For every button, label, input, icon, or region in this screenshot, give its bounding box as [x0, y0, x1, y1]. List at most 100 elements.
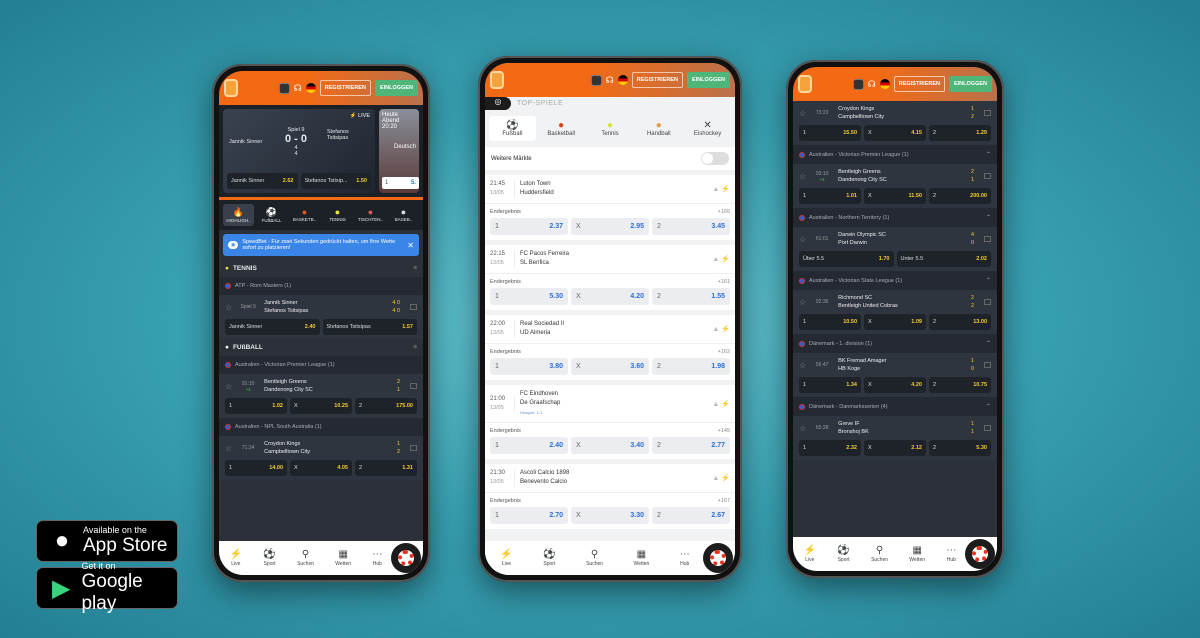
sport-tab[interactable]: ● Tennis — [587, 116, 634, 141]
odd-button[interactable]: 1 2.40 — [490, 437, 568, 454]
stats-live-icons[interactable]: ▲ ⚡ — [712, 400, 730, 408]
odd-button[interactable]: X 4.20 — [571, 288, 649, 305]
odd-button[interactable]: 2 1.55 — [652, 288, 730, 305]
match-card[interactable]: ☆ Spiel 9 Jannik Sinner Stefanos Tsitsipas 4… — [219, 295, 423, 339]
more-markets-count[interactable]: +145 — [718, 428, 730, 434]
nav-suchen[interactable]: ⚲ Suchen — [586, 549, 603, 567]
odd-button[interactable]: 1 1.34 — [799, 377, 861, 393]
odd-button[interactable]: 2 2.77 — [652, 437, 730, 454]
language-flag-icon[interactable] — [617, 75, 628, 85]
odd-button[interactable]: 2 2.67 — [652, 507, 730, 524]
odd-button[interactable]: Jannik Sinner 2.40 — [225, 319, 320, 335]
sport-tab[interactable]: ● BASKETB.. — [289, 204, 320, 226]
register-button[interactable]: REGISTRIEREN — [893, 76, 945, 92]
sport-tab[interactable]: ✕ Eishockey — [684, 116, 731, 141]
sport-tab[interactable]: 🔥 HIGHLIGH.. — [223, 204, 254, 226]
app-icon[interactable] — [278, 82, 290, 94]
chip-button[interactable] — [391, 543, 421, 573]
sport-tab[interactable]: ● Basketball — [538, 116, 585, 141]
app-icon[interactable] — [852, 78, 864, 90]
match-card[interactable]: ☆ 65:28 Greve IF Bronshoj BK 1 1 1 2.32 X 2.12 2 5.… — [793, 416, 997, 460]
nav-wetten[interactable]: ▦ Wetten — [335, 549, 351, 567]
sport-tab[interactable]: ● TISCHTEN.. — [355, 204, 386, 226]
stats-icon[interactable] — [984, 299, 991, 305]
odd-button[interactable]: 2 1.98 — [652, 358, 730, 375]
odd-button[interactable]: X 1.09 — [864, 314, 926, 330]
chevron-up-icon[interactable]: ⌃ — [986, 340, 991, 347]
headset-icon[interactable]: ☊ — [868, 79, 876, 90]
odd-button[interactable]: X 4.05 — [290, 460, 352, 476]
odd-button[interactable]: X 3.60 — [571, 358, 649, 375]
chip-button[interactable] — [965, 539, 995, 569]
login-button[interactable]: EINLOGGEN — [374, 80, 418, 96]
hero-card-next[interactable]: Heute Abend 20:20 Deutsch 1 5. — [379, 109, 419, 193]
league-header[interactable]: Australien - NPL South Australia (1) — [219, 418, 423, 436]
odd-button[interactable]: Über 5.5 1.70 — [799, 251, 894, 267]
favorite-star-icon[interactable]: ☆ — [799, 424, 806, 433]
stats-icon[interactable] — [984, 173, 991, 179]
league-header[interactable]: Dänemark - Danmarksserien (4) ⌃ — [793, 397, 997, 416]
odd-button[interactable]: 1 1.02 — [225, 398, 287, 414]
league-header[interactable]: Australien - Victorian State League (1) ⌃ — [793, 271, 997, 290]
league-header[interactable]: ATP - Rom Masters (1) — [219, 277, 423, 295]
nav-live[interactable]: ⚡ Live — [500, 549, 512, 567]
odd-button[interactable]: 1 14.00 — [225, 460, 287, 476]
login-button[interactable]: EINLOGGEN — [948, 76, 992, 92]
odd-button[interactable]: X 3.30 — [571, 507, 649, 524]
nav-hub[interactable]: ⋯ Hub — [372, 549, 382, 567]
odd-button[interactable]: 1 2.37 — [490, 218, 568, 235]
nav-sport[interactable]: ⚽ Sport — [837, 545, 849, 563]
language-flag-icon[interactable] — [305, 83, 316, 93]
more-markets-toggle[interactable] — [701, 152, 729, 165]
odd-button[interactable]: Stefanos Tsitsipas 1.57 — [322, 319, 417, 335]
league-header[interactable]: Australien - Victorian Premier League (1… — [219, 356, 423, 374]
nav-live[interactable]: ⚡ Live — [804, 545, 816, 563]
google-play-badge[interactable]: ▶ Get it on Google play — [36, 561, 178, 614]
odd-button[interactable]: 2 1.29 — [929, 125, 991, 141]
match-card[interactable]: ☆ 56:47 BK Fremad Amager HB Koge 1 0 1 1.34 X 4.2… — [793, 353, 997, 397]
odd-button[interactable]: X 10.25 — [290, 398, 352, 414]
league-header[interactable]: Dänemark - 1. division (1) ⌃ — [793, 334, 997, 353]
favorite-star-icon[interactable]: ☆ — [799, 109, 806, 118]
stats-icon[interactable] — [984, 236, 991, 242]
language-flag-icon[interactable] — [879, 79, 890, 89]
odd-button[interactable]: 2 5.30 — [929, 440, 991, 456]
headset-icon[interactable]: ☊ — [606, 75, 614, 86]
more-markets-count[interactable]: +162 — [718, 349, 730, 355]
odd-button[interactable]: 1 1.01 — [799, 188, 861, 204]
odd-button[interactable]: 2 13.00 — [929, 314, 991, 330]
stats-live-icons[interactable]: ▲ ⚡ — [712, 255, 730, 263]
match-card[interactable]: ☆ 71:24 Croydon Kings Campbelltown City 1 2 1 1… — [219, 436, 423, 480]
match-card[interactable]: 21:30 13/05 Ascoli Calcio 1898 Benevento Ca… — [485, 464, 735, 529]
nav-live[interactable]: ⚡ Live — [230, 549, 242, 567]
odd-button[interactable]: 1 5.30 — [490, 288, 568, 305]
stats-live-icons[interactable]: ▲ ⚡ — [712, 185, 730, 193]
odd-button[interactable]: 2 3.45 — [652, 218, 730, 235]
match-card[interactable]: ☆ 91:10 +4 Bentleigh Greens Dandenong City S… — [219, 374, 423, 418]
headset-icon[interactable]: ☊ — [294, 83, 302, 94]
stats-icon[interactable] — [984, 425, 991, 431]
favorite-star-icon[interactable]: ☆ — [799, 361, 806, 370]
sport-tab[interactable]: ● Handball — [635, 116, 682, 141]
chevron-up-icon[interactable]: ⌃ — [986, 151, 991, 158]
app-store-badge[interactable]: ● Available on the App Store — [36, 520, 178, 562]
login-button[interactable]: EINLOGGEN — [686, 72, 730, 88]
match-card[interactable]: 21:45 13/05 Luton Town Huddersfield ▲ ⚡ Ender… — [485, 175, 735, 240]
odd-button[interactable]: Stefanos Tsitsip... 1.50 — [300, 173, 371, 189]
odd-button[interactable]: 2 1.31 — [355, 460, 417, 476]
odd-button[interactable]: 1 3.80 — [490, 358, 568, 375]
odd-button[interactable]: 2 10.75 — [929, 377, 991, 393]
league-header[interactable]: Australien - Northern Territory (1) ⌃ — [793, 208, 997, 227]
stats-icon[interactable] — [410, 445, 417, 451]
chip-button[interactable] — [703, 543, 733, 573]
chevron-up-icon[interactable]: ⌃ — [986, 214, 991, 221]
stats-live-icons[interactable]: ▲ ⚡ — [712, 474, 730, 482]
odd-button[interactable]: 2 175.00 — [355, 398, 417, 414]
more-markets-count[interactable]: +161 — [718, 279, 730, 285]
odd-button[interactable]: X 11.50 — [864, 188, 926, 204]
register-button[interactable]: REGISTRIEREN — [631, 72, 683, 88]
odd-button[interactable]: X 4.20 — [864, 377, 926, 393]
favorite-star-icon[interactable]: ☆ — [225, 444, 232, 453]
close-icon[interactable]: ✕ — [407, 241, 414, 250]
odd-button[interactable]: 1 15.50 — [799, 125, 861, 141]
